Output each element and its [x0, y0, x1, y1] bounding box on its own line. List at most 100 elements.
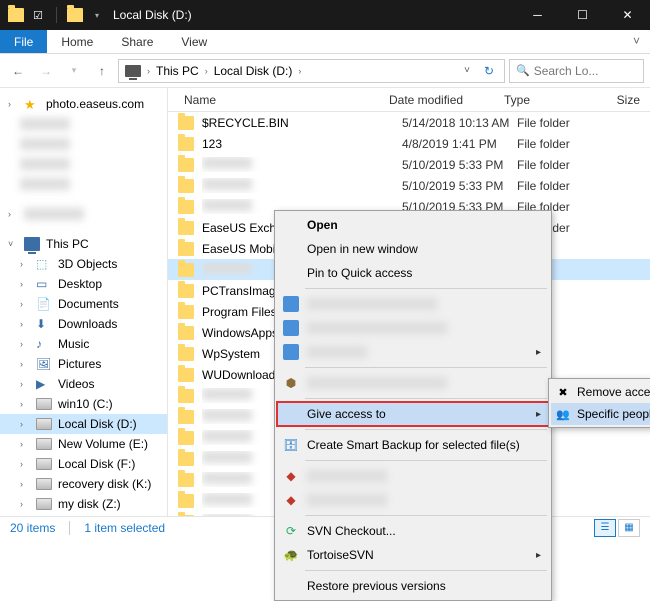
folder-icon	[178, 221, 194, 235]
folder-icon	[178, 368, 194, 382]
ribbon-expand-icon[interactable]: ˅	[623, 30, 650, 53]
sidebar-this-pc[interactable]: ˅ This PC	[0, 234, 167, 254]
file-row[interactable]: $RECYCLE.BIN5/14/2018 10:13 AMFile folde…	[168, 112, 650, 133]
ctx-svn-checkout[interactable]: ⟳SVN Checkout...	[277, 519, 549, 543]
minimize-button[interactable]: ─	[515, 0, 560, 30]
file-date: 4/8/2019 1:41 PM	[402, 137, 517, 151]
context-menu: Open Open in new window Pin to Quick acc…	[274, 210, 552, 601]
column-type[interactable]: Type	[498, 93, 568, 107]
ctx-pin-quick-access[interactable]: Pin to Quick access	[277, 261, 549, 285]
qat-dropdown-icon[interactable]: ▾	[89, 7, 105, 23]
submenu-remove-access[interactable]: ✖Remove access	[551, 381, 650, 403]
file-name-blurred	[202, 199, 252, 211]
sidebar-item[interactable]	[0, 134, 167, 154]
sidebar-item-pictures[interactable]: ›🖼Pictures	[0, 354, 167, 374]
chevron-right-icon[interactable]: ›	[296, 66, 303, 76]
pc-icon	[125, 65, 141, 77]
maximize-button[interactable]: ☐	[560, 0, 605, 30]
view-details-button[interactable]: ☰	[594, 519, 616, 537]
tab-file[interactable]: File	[0, 30, 47, 53]
chevron-down-icon[interactable]: ˅	[8, 239, 18, 249]
ctx-tortoise-svn[interactable]: 🐢TortoiseSVN▸	[277, 543, 549, 567]
column-size[interactable]: Size	[568, 93, 650, 107]
file-name: 123	[202, 137, 402, 151]
forward-button[interactable]: →	[34, 59, 58, 83]
column-name[interactable]: Name	[178, 93, 383, 107]
video-icon: ▶	[36, 377, 52, 391]
ctx-item[interactable]: ◆	[277, 488, 549, 512]
search-placeholder: Search Lo...	[534, 64, 599, 78]
sidebar-item-drive-d[interactable]: ›Local Disk (D:)	[0, 414, 167, 434]
chevron-down-icon[interactable]: ›	[8, 99, 18, 109]
sidebar-item-music[interactable]: ›♪Music	[0, 334, 167, 354]
column-date[interactable]: Date modified	[383, 93, 498, 107]
sidebar-quick-access[interactable]: › ★ photo.easeus.com	[0, 94, 167, 114]
sidebar-item-downloads[interactable]: ›⬇Downloads	[0, 314, 167, 334]
ctx-item[interactable]: ◆	[277, 464, 549, 488]
address-bar[interactable]: › This PC › Local Disk (D:) › ˅ ↻	[118, 59, 505, 83]
ctx-open-new-window[interactable]: Open in new window	[277, 237, 549, 261]
pc-icon	[24, 237, 40, 251]
ctx-restore-versions[interactable]: Restore previous versions	[277, 574, 549, 598]
file-date: 5/10/2019 5:33 PM	[402, 179, 517, 193]
folder-icon	[178, 179, 194, 193]
properties-icon[interactable]: ☑	[30, 7, 46, 23]
tab-share[interactable]: Share	[107, 30, 167, 53]
file-type: File folder	[517, 137, 587, 151]
svn-icon: ⟳	[283, 523, 299, 539]
search-input[interactable]: 🔍 Search Lo...	[509, 59, 644, 83]
folder-icon	[178, 158, 194, 172]
file-row[interactable]: 1234/8/2019 1:41 PMFile folder	[168, 133, 650, 154]
sidebar-item-drive-k[interactable]: ›recovery disk (K:)	[0, 474, 167, 494]
refresh-icon[interactable]: ↻	[476, 64, 502, 78]
chevron-right-icon[interactable]: ›	[145, 66, 152, 76]
sidebar-item[interactable]	[0, 154, 167, 174]
folder-icon	[178, 242, 194, 256]
sidebar-item[interactable]	[0, 114, 167, 134]
recent-dropdown[interactable]: ▾	[62, 59, 86, 83]
folder-icon	[178, 200, 194, 214]
ctx-give-access-to[interactable]: Give access to▸	[277, 402, 549, 426]
sidebar-item-videos[interactable]: ›▶Videos	[0, 374, 167, 394]
view-icons-button[interactable]: ▦	[618, 519, 640, 537]
ctx-item[interactable]: ⬢	[277, 371, 549, 395]
tab-view[interactable]: View	[167, 30, 221, 53]
folder-icon	[178, 347, 194, 361]
sidebar-item-drive-e[interactable]: ›New Volume (E:)	[0, 434, 167, 454]
file-type: File folder	[517, 179, 587, 193]
download-icon: ⬇	[36, 317, 52, 331]
app-icon	[283, 296, 299, 312]
ctx-open[interactable]: Open	[277, 213, 549, 237]
ctx-item[interactable]	[277, 292, 549, 316]
sidebar-item-3d[interactable]: ›⬚3D Objects	[0, 254, 167, 274]
folder-icon	[178, 494, 194, 508]
ctx-item[interactable]: ▸	[277, 340, 549, 364]
sidebar-item[interactable]	[0, 174, 167, 194]
chevron-right-icon[interactable]: ›	[203, 66, 210, 76]
up-button[interactable]: ↑	[90, 59, 114, 83]
sidebar-item[interactable]: ›	[0, 204, 167, 224]
ctx-create-smart-backup[interactable]: 🗄Create Smart Backup for selected file(s…	[277, 433, 549, 457]
sidebar-item-drive-z[interactable]: ›my disk (Z:)	[0, 494, 167, 514]
ribbon: File Home Share View ˅	[0, 30, 650, 54]
search-icon: 🔍	[516, 64, 530, 77]
close-button[interactable]: ✕	[605, 0, 650, 30]
file-row[interactable]: 5/10/2019 5:33 PMFile folder	[168, 154, 650, 175]
file-row[interactable]: 5/10/2019 5:33 PMFile folder	[168, 175, 650, 196]
status-selected: 1 item selected	[84, 521, 165, 535]
file-type: File folder	[517, 158, 587, 172]
submenu-specific-people[interactable]: 👥Specific people...	[551, 403, 650, 425]
breadcrumb-current[interactable]: Local Disk (D:)	[210, 64, 297, 78]
breadcrumb-root[interactable]: This PC	[152, 64, 203, 78]
remove-icon: ✖	[555, 384, 571, 400]
drive-icon	[36, 418, 52, 430]
sidebar-item-desktop[interactable]: ›▭Desktop	[0, 274, 167, 294]
tab-home[interactable]: Home	[47, 30, 107, 53]
address-dropdown-icon[interactable]: ˅	[458, 65, 476, 76]
sidebar-item-drive-f[interactable]: ›Local Disk (F:)	[0, 454, 167, 474]
ctx-item[interactable]	[277, 316, 549, 340]
sidebar-item-drive-c[interactable]: ›win10 (C:)	[0, 394, 167, 414]
back-button[interactable]: ←	[6, 59, 30, 83]
file-date: 5/14/2018 10:13 AM	[402, 116, 517, 130]
sidebar-item-documents[interactable]: ›📄Documents	[0, 294, 167, 314]
